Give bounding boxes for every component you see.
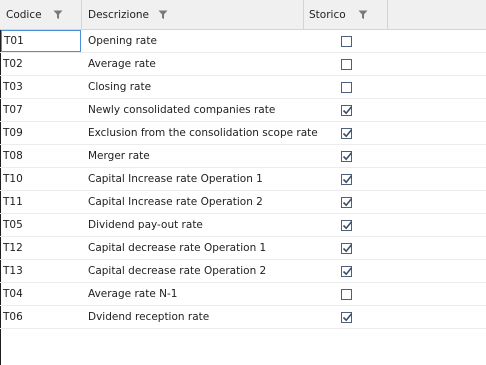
column-header-historical[interactable]: Storico bbox=[304, 0, 388, 29]
column-header-historical-label: Storico bbox=[309, 8, 346, 21]
cell-code[interactable]: T08 bbox=[3, 145, 81, 167]
cell-code[interactable]: T06 bbox=[3, 306, 81, 328]
cell-description[interactable]: Closing rate bbox=[88, 76, 302, 98]
grid-header: Codice Descrizione Storico bbox=[0, 0, 486, 30]
historical-checkbox[interactable] bbox=[341, 196, 353, 208]
cell-description[interactable]: Opening rate bbox=[88, 30, 302, 52]
cell-code[interactable]: T13 bbox=[3, 260, 81, 282]
cell-historical bbox=[341, 168, 355, 190]
historical-checkbox[interactable] bbox=[341, 35, 352, 47]
table-row[interactable]: T02 Average rate bbox=[0, 53, 486, 76]
table-row[interactable]: T06 Dvidend reception rate bbox=[0, 306, 486, 329]
historical-checkbox[interactable] bbox=[341, 150, 353, 162]
cell-historical bbox=[341, 237, 355, 259]
cell-code[interactable]: T02 bbox=[3, 53, 81, 75]
cell-code[interactable]: T10 bbox=[3, 168, 81, 190]
column-header-code[interactable]: Codice bbox=[0, 0, 82, 29]
historical-checkbox[interactable] bbox=[341, 58, 352, 70]
checkmark-icon bbox=[342, 128, 353, 137]
checkmark-icon bbox=[342, 266, 353, 275]
historical-checkbox[interactable] bbox=[341, 219, 353, 231]
cell-description[interactable]: Capital Increase rate Operation 1 bbox=[88, 168, 302, 190]
checkmark-icon bbox=[342, 105, 353, 114]
cell-historical bbox=[341, 99, 355, 121]
cell-code[interactable]: T12 bbox=[3, 237, 81, 259]
cell-code[interactable]: T04 bbox=[3, 283, 81, 305]
cell-description[interactable]: Dvidend reception rate bbox=[88, 306, 302, 328]
column-header-description-label: Descrizione bbox=[88, 8, 149, 21]
cell-historical bbox=[341, 122, 355, 144]
cell-code[interactable]: T03 bbox=[3, 76, 81, 98]
funnel-icon[interactable] bbox=[358, 10, 368, 23]
table-row[interactable]: T08 Merger rate bbox=[0, 145, 486, 168]
cell-code[interactable]: T05 bbox=[3, 214, 81, 236]
cell-description[interactable]: Exclusion from the consolidation scope r… bbox=[88, 122, 318, 144]
rates-grid: Codice Descrizione Storico T01 Opening ra… bbox=[0, 0, 486, 365]
table-row[interactable]: T09 Exclusion from the consolidation scop… bbox=[0, 122, 486, 145]
historical-checkbox[interactable] bbox=[341, 265, 353, 277]
table-row[interactable]: T12 Capital decrease rate Operation 1 bbox=[0, 237, 486, 260]
cell-historical bbox=[341, 214, 355, 236]
column-header-code-label: Codice bbox=[6, 8, 42, 21]
cell-historical bbox=[341, 306, 355, 328]
cell-description[interactable]: Capital decrease rate Operation 2 bbox=[88, 260, 302, 282]
cell-code[interactable]: T11 bbox=[3, 191, 81, 213]
cell-description[interactable]: Merger rate bbox=[88, 145, 302, 167]
table-row[interactable]: T13 Capital decrease rate Operation 2 bbox=[0, 260, 486, 283]
table-row[interactable]: T07 Newly consolidated companies rate bbox=[0, 99, 486, 122]
checkmark-icon bbox=[342, 151, 353, 160]
historical-checkbox[interactable] bbox=[341, 311, 353, 323]
cell-historical bbox=[341, 191, 355, 213]
checkmark-icon bbox=[342, 197, 353, 206]
historical-checkbox[interactable] bbox=[341, 242, 353, 254]
table-row[interactable]: T11 Capital Increase rate Operation 2 bbox=[0, 191, 486, 214]
checkmark-icon bbox=[342, 243, 353, 252]
column-header-filler bbox=[388, 0, 486, 29]
cell-description[interactable]: Average rate bbox=[88, 53, 302, 75]
historical-checkbox[interactable] bbox=[341, 127, 353, 139]
table-row[interactable]: T10 Capital Increase rate Operation 1 bbox=[0, 168, 486, 191]
cell-historical bbox=[341, 260, 355, 282]
cell-historical bbox=[341, 145, 355, 167]
cell-description[interactable]: Newly consolidated companies rate bbox=[88, 99, 302, 121]
cell-historical bbox=[341, 30, 355, 52]
checkmark-icon bbox=[342, 174, 353, 183]
cell-historical bbox=[341, 53, 355, 75]
funnel-icon[interactable] bbox=[53, 10, 63, 23]
table-row[interactable]: T05 Dividend pay-out rate bbox=[0, 214, 486, 237]
cell-description[interactable]: Capital Increase rate Operation 2 bbox=[88, 191, 302, 213]
historical-checkbox[interactable] bbox=[341, 288, 352, 300]
funnel-icon[interactable] bbox=[158, 10, 168, 23]
cell-code[interactable]: T09 bbox=[3, 122, 81, 144]
cell-description[interactable]: Average rate N-1 bbox=[88, 283, 302, 305]
historical-checkbox[interactable] bbox=[341, 104, 353, 116]
checkmark-icon bbox=[342, 220, 353, 229]
historical-checkbox[interactable] bbox=[341, 81, 352, 93]
table-row[interactable]: T01 Opening rate bbox=[0, 30, 486, 53]
cell-description[interactable]: Capital decrease rate Operation 1 bbox=[88, 237, 302, 259]
cell-code[interactable]: T01 bbox=[1, 30, 81, 52]
cell-code[interactable]: T07 bbox=[3, 99, 81, 121]
cell-historical bbox=[341, 76, 355, 98]
grid-body: T01 Opening rate T02 Average rate T03 Closing… bbox=[0, 30, 486, 329]
column-header-description[interactable]: Descrizione bbox=[82, 0, 304, 29]
historical-checkbox[interactable] bbox=[341, 173, 353, 185]
table-row[interactable]: T03 Closing rate bbox=[0, 76, 486, 99]
table-row[interactable]: T04 Average rate N-1 bbox=[0, 283, 486, 306]
cell-description[interactable]: Dividend pay-out rate bbox=[88, 214, 302, 236]
cell-historical bbox=[341, 283, 355, 305]
checkmark-icon bbox=[342, 312, 353, 321]
